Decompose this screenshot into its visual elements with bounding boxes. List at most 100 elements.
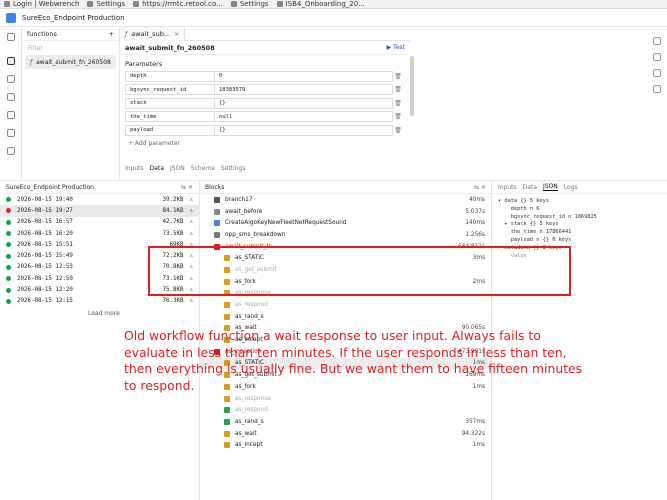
json-line[interactable]: ▾ data {} 5 keys bbox=[498, 198, 661, 206]
block-row[interactable]: CreateAlgoKeyNewFleetNetRequestSound 140m… bbox=[200, 217, 491, 229]
bookmark[interactable]: ISB4_Onboarding_20... bbox=[273, 0, 369, 8]
parameter-value-field[interactable]: {} bbox=[215, 97, 393, 109]
functions-header: functions + bbox=[22, 27, 119, 41]
settings-icon[interactable] bbox=[653, 69, 661, 77]
add-function-icon[interactable]: + bbox=[109, 30, 114, 38]
bookmark-label: ISB4_Onboarding_20... bbox=[285, 0, 365, 8]
editor-scrollbar[interactable] bbox=[410, 56, 414, 116]
trash-icon[interactable]: 🗑 bbox=[393, 73, 403, 80]
editor-bottom-tab[interactable]: Settings bbox=[221, 165, 246, 175]
close-icon[interactable]: × bbox=[174, 30, 179, 38]
block-row[interactable]: await_before 5.037s bbox=[200, 206, 491, 218]
bookmark[interactable]: Settings bbox=[227, 0, 273, 8]
test-button[interactable]: ▶ Test bbox=[387, 44, 405, 51]
history-time: 2026-08-15 12:20 bbox=[17, 287, 73, 294]
status-dot bbox=[6, 197, 11, 203]
parameter-value-field[interactable]: {} bbox=[215, 124, 393, 136]
status-dot bbox=[6, 219, 11, 225]
block-row[interactable]: as_respond bbox=[200, 299, 491, 311]
block-row[interactable]: opp_sms_breakdown 1.256s bbox=[200, 229, 491, 241]
history-status-icon: ⚠ bbox=[189, 298, 194, 305]
gear-icon[interactable] bbox=[7, 147, 15, 155]
left-rail bbox=[0, 27, 22, 180]
history-row[interactable]: 2026-08-15 19:27 84.1KB ⚠ bbox=[0, 205, 199, 217]
block-name: as_response bbox=[235, 395, 271, 402]
blocks-actions-icon[interactable]: ⇆ ✕ bbox=[474, 184, 486, 191]
block-row[interactable]: branch17 40ms bbox=[200, 194, 491, 206]
history-actions-icon[interactable]: ⇆ ✕ bbox=[181, 184, 193, 191]
block-row[interactable]: as_wait 94.322s bbox=[200, 428, 491, 440]
json-line[interactable]: payload n {} 0 keys bbox=[498, 237, 661, 245]
block-type-icon bbox=[214, 208, 220, 215]
bookmark[interactable]: Settings bbox=[83, 0, 129, 8]
history-time: 2026-08-15 16:57 bbox=[17, 219, 73, 226]
bookmark[interactable]: Login | Webwrench bbox=[0, 0, 83, 8]
block-row[interactable]: as_rand_s bbox=[200, 311, 491, 323]
add-parameter-button[interactable]: + Add parameter bbox=[128, 140, 402, 147]
trash-icon[interactable]: 🗑 bbox=[393, 100, 403, 107]
parameter-key-field[interactable]: depth bbox=[125, 70, 215, 82]
trash-icon[interactable]: 🗑 bbox=[393, 127, 403, 134]
inspector-tab[interactable]: JSON bbox=[543, 183, 558, 191]
status-dot bbox=[6, 287, 11, 293]
globe-icon[interactable] bbox=[7, 111, 15, 119]
parameter-key-field[interactable]: bgsync_request_id bbox=[125, 84, 215, 96]
inspector-tab[interactable]: Data bbox=[523, 184, 537, 191]
database-icon[interactable] bbox=[7, 93, 15, 101]
toggle-icon[interactable] bbox=[653, 37, 661, 45]
history-time: 2026-08-15 19:40 bbox=[17, 196, 73, 203]
test-button-label: Test bbox=[393, 44, 405, 51]
bookmark[interactable]: https://rmtc.retool.co... bbox=[129, 0, 227, 8]
filter-input[interactable]: Filter bbox=[22, 41, 119, 55]
history-row[interactable]: 2026-08-15 16:57 42.7KB ⚠ bbox=[0, 217, 199, 228]
functions-icon[interactable] bbox=[7, 57, 15, 65]
inspector-tab[interactable]: Logs bbox=[564, 184, 578, 191]
trash-icon[interactable]: 🗑 bbox=[393, 113, 403, 120]
block-row[interactable]: as_rand_s 357ms bbox=[200, 416, 491, 428]
json-line[interactable]: ▸ stack {} 5 keys bbox=[498, 221, 661, 229]
status-dot bbox=[6, 208, 11, 214]
block-name: branch17 bbox=[225, 196, 253, 203]
editor-bottom-tab[interactable]: Inputs bbox=[125, 165, 144, 175]
block-row[interactable]: as_respond bbox=[200, 404, 491, 416]
editor-bottom-tabs: Inputs Data JSON Schema Settings bbox=[120, 165, 246, 175]
history-time: 2026-08-15 19:27 bbox=[17, 207, 73, 214]
block-duration: 1ms bbox=[472, 442, 485, 449]
parameter-key-field[interactable]: payload bbox=[125, 124, 215, 136]
parameter-key-field[interactable]: stack bbox=[125, 97, 215, 109]
share-icon[interactable] bbox=[653, 85, 661, 93]
load-more-button[interactable]: Load more bbox=[88, 310, 199, 317]
json-line[interactable]: bgsync_request_id n 1869825 bbox=[498, 214, 661, 222]
json-line[interactable]: depth n 6 bbox=[498, 206, 661, 214]
code-icon[interactable] bbox=[7, 75, 15, 83]
history-row[interactable]: 2026-08-15 16:20 73.5KB ⚠ bbox=[0, 228, 199, 239]
bookmark-icon bbox=[276, 1, 283, 7]
editor-tab[interactable]: ƒ await_sub... × bbox=[120, 26, 186, 41]
editor-bottom-tab[interactable]: Schema bbox=[191, 165, 215, 175]
trash-icon[interactable]: 🗑 bbox=[393, 86, 403, 93]
function-item[interactable]: ƒ await_submit_fn_260508 bbox=[25, 55, 116, 69]
history-row[interactable]: 2026-08-15 19:40 39.2KB ⚠ bbox=[0, 194, 199, 205]
editor-bottom-tab[interactable]: Data bbox=[150, 165, 164, 175]
parameter-value-field[interactable]: null bbox=[215, 111, 393, 123]
block-row[interactable]: as_response bbox=[200, 393, 491, 405]
link-icon[interactable] bbox=[7, 129, 15, 137]
block-row[interactable]: as_incept 1ms bbox=[200, 439, 491, 451]
menu-icon[interactable] bbox=[7, 33, 15, 41]
history-title: SureEco_Endpoint Production bbox=[6, 183, 94, 191]
history-size: 39.2KB bbox=[162, 196, 184, 203]
status-dot bbox=[6, 276, 11, 282]
inspector-tab[interactable]: Inputs bbox=[498, 184, 517, 191]
parameter-value-field[interactable]: 18383579 bbox=[215, 84, 393, 96]
json-line[interactable]: the_time n 17866441 bbox=[498, 229, 661, 237]
panel-icon[interactable] bbox=[653, 53, 661, 61]
function-item-label: await_submit_fn_260508 bbox=[36, 58, 111, 66]
history-row[interactable]: 2026-08-15 12:15 76.3KB ⚠ bbox=[0, 296, 199, 307]
parameter-key-field[interactable]: the_time bbox=[125, 111, 215, 123]
editor-bottom-tab[interactable]: JSON bbox=[170, 165, 185, 175]
history-status-icon: ⚠ bbox=[189, 196, 194, 203]
parameter-value-field[interactable]: 0 bbox=[215, 70, 393, 82]
block-name: as_respond bbox=[235, 302, 268, 309]
annotation-highlight-box bbox=[148, 246, 571, 296]
bookmark-label: Settings bbox=[96, 0, 126, 8]
